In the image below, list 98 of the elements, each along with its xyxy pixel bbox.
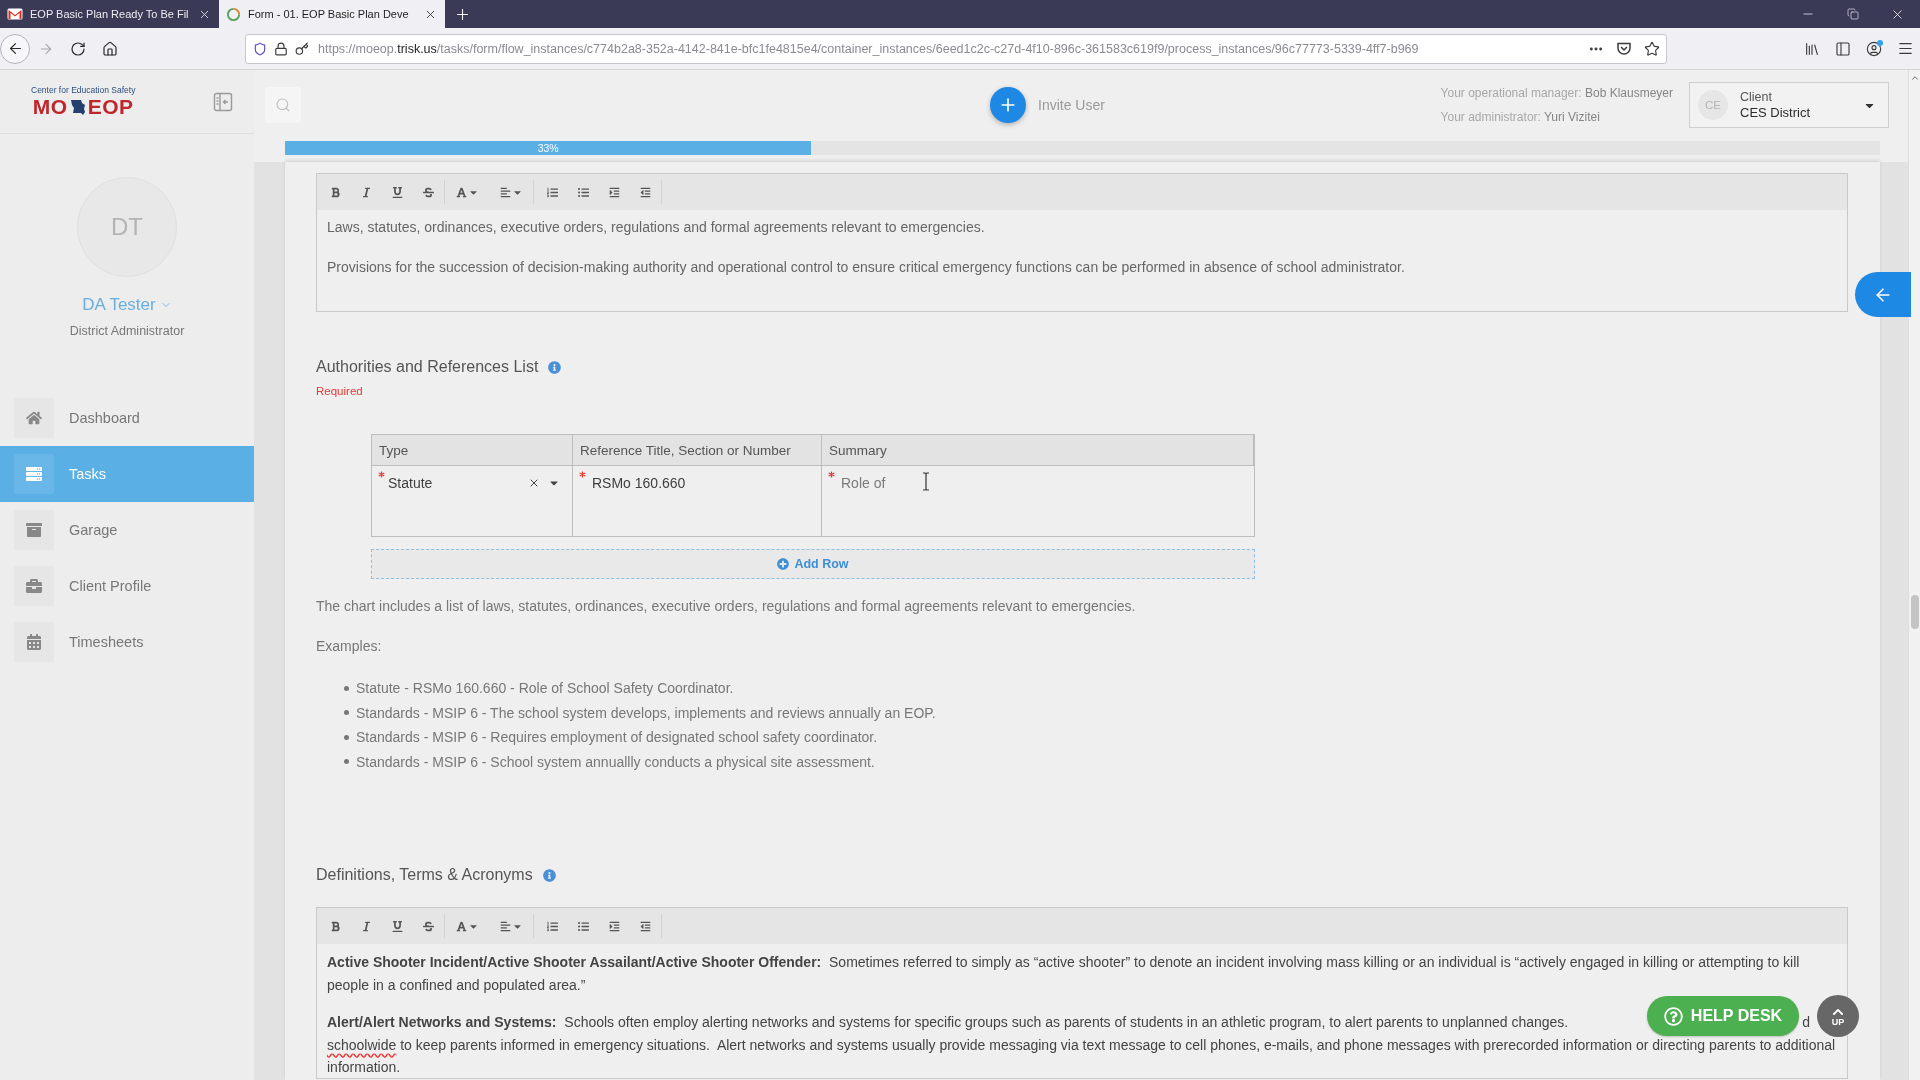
strikethrough-icon[interactable] <box>423 920 434 932</box>
menu-icon[interactable] <box>1897 40 1914 57</box>
help-icon <box>1663 1006 1683 1026</box>
bullet-icon <box>344 710 349 716</box>
url-text: https://moeop.trisk.us/tasks/form/flow_instances/c774b2a8-352a-4142-841e-bfc1fe4815e4/container_instances/6eed1c2c-c27d-4f10-896c-361583c619f9/process_instances/96c77773-5339-4ff7-b969 <box>318 41 1419 56</box>
underline-icon[interactable] <box>392 920 403 932</box>
example-text: Standards - MSIP 6 - Requires employment of designated school safety coordinator. <box>356 729 878 746</box>
text-editor[interactable] <box>316 907 1848 1079</box>
info-icon[interactable] <box>542 868 556 882</box>
reload-icon[interactable] <box>70 40 86 57</box>
shield-icon[interactable] <box>253 41 267 56</box>
lock-icon[interactable] <box>274 41 288 56</box>
logo-text: EOP <box>87 96 134 118</box>
collapse-panel-button[interactable] <box>1855 272 1911 317</box>
required-label: Required <box>316 384 364 399</box>
italic-icon[interactable] <box>361 920 372 932</box>
type-select[interactable]: Statute <box>372 466 573 536</box>
font-icon[interactable] <box>455 186 467 198</box>
stacked-bars-icon <box>14 454 54 494</box>
star-icon[interactable] <box>1644 40 1660 57</box>
bold-icon[interactable] <box>330 920 341 932</box>
bold-icon[interactable] <box>330 186 341 198</box>
nav-item[interactable]: Garage <box>0 502 254 558</box>
section-title: Definitions, Terms & Acronyms <box>316 866 533 884</box>
administrator-info: Your administrator: Yuri Vizitei <box>1440 109 1601 126</box>
bullet-icon <box>344 759 349 765</box>
briefcase-icon <box>14 566 54 606</box>
section-title: Authorities and References List <box>316 358 539 376</box>
browser-tab[interactable]: EOP Basic Plan Ready To Be Fil <box>0 0 219 28</box>
nav-item[interactable]: Dashboard <box>0 390 254 446</box>
underline-icon[interactable] <box>392 186 403 198</box>
align-left-icon[interactable] <box>499 920 511 932</box>
library-icon[interactable] <box>1804 40 1820 57</box>
bullet-list-icon[interactable] <box>578 186 589 198</box>
examples-label: Examples: <box>316 637 383 656</box>
address-bar[interactable]: https://moeop.trisk.us/tasks/form/flow_instances/c774b2a8-352a-4142-841e-bfc1fe4815e4/container_instances/6eed1c2c-c27d-4f10-896c-361583c619f9/process_instances/96c77773-5339-4ff7-b969 <box>245 33 1667 64</box>
add-row-button[interactable]: Add Row <box>371 549 1255 579</box>
example-text: Statute - RSMo 160.660 - Role of School Safety Coordinator. <box>356 680 734 697</box>
scrollbar-thumb[interactable] <box>1910 595 1919 629</box>
italic-icon[interactable] <box>361 186 372 198</box>
column-header: Reference Title, Section or Number <box>573 435 822 466</box>
column-header: Type <box>372 435 573 466</box>
search-icon <box>275 97 291 113</box>
description-text: The chart includes a list of laws, statutes, ordinances, executive orders, regulations and formal agreements relevant to emergencies. <box>316 597 1137 616</box>
back-button[interactable] <box>0 33 30 64</box>
pouch-icon[interactable] <box>1616 40 1632 57</box>
help-desk-button[interactable]: HELP DESK <box>1647 996 1799 1036</box>
calendar-icon <box>14 622 54 662</box>
archive-box-icon <box>14 510 54 550</box>
outdent-icon[interactable] <box>640 186 651 198</box>
indent-icon[interactable] <box>609 920 620 932</box>
reference-input[interactable]: RSMo 160.660 <box>573 466 822 536</box>
home-icon[interactable] <box>102 40 118 57</box>
strikethrough-icon[interactable] <box>423 186 434 198</box>
plus-icon <box>990 87 1026 123</box>
align-left-icon[interactable] <box>499 186 511 198</box>
example-text: Standards - MSIP 6 - The school system develops, implements and reviews annually an EOP. <box>356 704 936 721</box>
numbered-list-icon[interactable] <box>547 920 558 932</box>
bullet-list-icon[interactable] <box>578 920 589 932</box>
numbered-list-icon[interactable] <box>547 186 558 198</box>
font-icon[interactable] <box>455 920 467 932</box>
manager-info: Your operational manager: Bob Klausmeyer <box>1440 85 1673 102</box>
definition-text: Active Shooter Incident/Active Shooter Assailant/Active Shooter Offender: Sometimes referred to simply as “active shooter” to denote an incident involving mass killing or an individual is “actively engaged in killing or attempting to kill people in a confined and populated area.” <box>327 953 1801 995</box>
browser-tab[interactable]: Form - 01. EOP Basic Plan Deve <box>219 0 445 28</box>
mail-icon <box>7 8 23 20</box>
sidebar-icon[interactable] <box>1835 40 1851 57</box>
logo-tagline: Center for Education Safety <box>31 85 136 95</box>
definition-text: Alert/Alert Networks and Systems: Schools often employ alerting networks and systems for specific groups such as parents of students in an athletic program, to alert parents to unplanned changes. <box>327 1013 1569 1032</box>
house-icon <box>14 398 54 438</box>
state-map-icon <box>69 98 86 116</box>
clear-icon[interactable] <box>528 477 540 489</box>
text-cursor-icon <box>922 472 930 491</box>
info-icon[interactable] <box>548 360 562 374</box>
text-fragment: d <box>1802 1013 1810 1032</box>
spinner-icon <box>226 6 241 22</box>
progress-label: 33% <box>537 142 559 154</box>
invite-user-button[interactable]: Invite User <box>990 87 1105 123</box>
outdent-icon[interactable] <box>640 920 651 932</box>
user-menu[interactable]: DA Tester <box>82 295 172 315</box>
sidebar-toggle-icon[interactable] <box>213 91 233 112</box>
restore-icon[interactable] <box>1846 8 1859 20</box>
summary-textarea[interactable]: Role of <box>822 466 1254 536</box>
key-icon[interactable] <box>295 41 309 56</box>
nav-item[interactable]: Tasks <box>0 446 254 502</box>
logo-text: MO <box>32 96 68 118</box>
bullet-icon <box>344 685 349 691</box>
definition-text: schoolwide to keep parents informed in emergency situations. Alert networks and systems usually provide messaging via text message to cell phones, e-mails, and phone messages with prerecorded information or directing parents to additional information. <box>327 1036 1837 1077</box>
column-header: Summary <box>822 435 1254 466</box>
nav-item[interactable]: Timesheets <box>0 614 254 670</box>
user-role: District Administrator <box>69 323 185 339</box>
account-icon[interactable] <box>1866 40 1882 57</box>
nav-item[interactable]: Client Profile <box>0 558 254 614</box>
editor-text: Provisions for the succession of decision-making authority and operational control to ensure critical emergency functions can be performed in absence of school administrator. <box>327 258 1406 277</box>
example-text: Standards - MSIP 6 - School system annuallly conducts a physical site assessment. <box>356 753 875 770</box>
editor-text: Laws, statutes, ordinances, executive orders, regulations and formal agreements relevant to emergencies. <box>327 218 986 237</box>
indent-icon[interactable] <box>609 186 620 198</box>
bullet-icon <box>344 734 349 740</box>
scroll-up-icon[interactable] <box>1909 73 1920 83</box>
